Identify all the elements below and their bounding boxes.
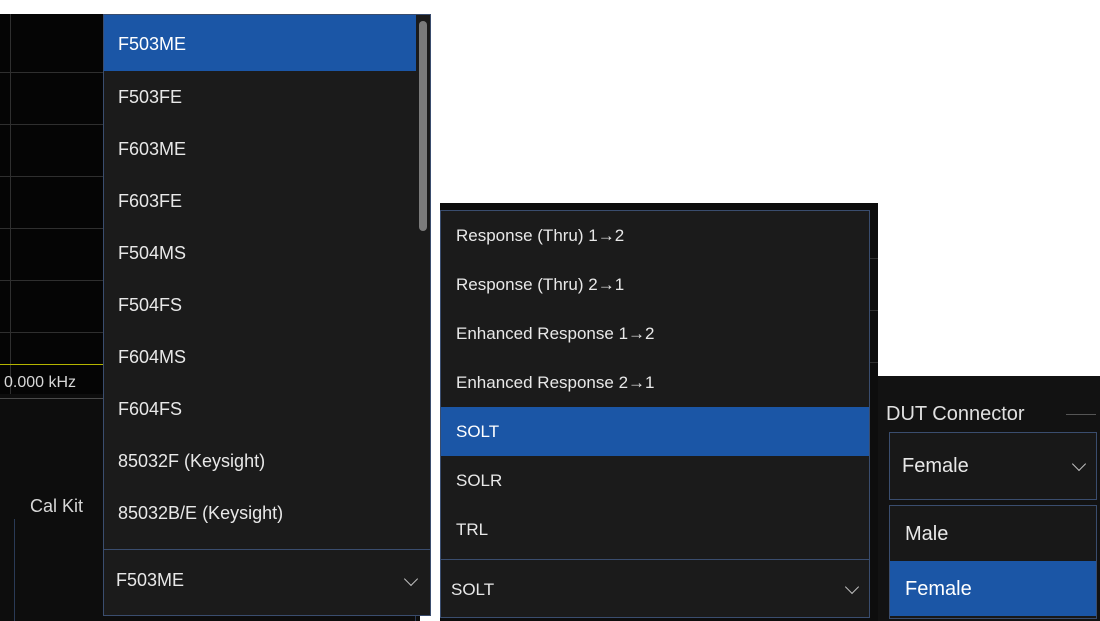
dut-connector-option[interactable]: Female (890, 561, 1096, 616)
cal-type-options-list: Response (Thru) 1→2 Response (Thru) 2→1 En… (441, 211, 869, 554)
cal-kit-label: Cal Kit (30, 496, 84, 516)
cal-type-option[interactable]: Response (Thru) 1→2 (441, 211, 869, 260)
frequency-label: 0.000 kHz (4, 374, 77, 391)
dut-connector-option[interactable]: Male (890, 506, 1096, 561)
cal-kit-option[interactable]: F603FE (104, 175, 416, 227)
scrollbar-thumb[interactable] (419, 21, 427, 231)
dut-connector-title: DUT Connector (886, 403, 1025, 425)
dut-connector-options: Male Female (889, 505, 1097, 619)
dut-connector-select-field[interactable]: Female (889, 432, 1097, 500)
cal-kit-current-value: F503ME (116, 570, 185, 590)
cal-kit-option[interactable]: 85032F (Keysight) (104, 435, 416, 487)
cal-type-option[interactable]: Enhanced Response 1→2 (441, 309, 869, 358)
cal-kit-option[interactable]: F504FS (104, 279, 416, 331)
cal-kit-option[interactable]: F603ME (104, 123, 416, 175)
cal-type-option[interactable]: SOLT (441, 407, 869, 456)
cal-kit-option[interactable]: F504MS (104, 227, 416, 279)
cal-kit-option[interactable]: 85032B/E (Keysight) (104, 487, 416, 539)
cal-kit-options-list: F503ME F503FE F603ME F603FE F504MS F504FS F604… (104, 15, 416, 539)
cal-kit-option[interactable]: F604MS (104, 331, 416, 383)
cal-kit-option[interactable]: F503ME (104, 15, 416, 71)
group-title-rule (1066, 414, 1096, 415)
dut-connector-current-value: Female (902, 455, 969, 477)
cal-kit-dropdown[interactable]: F503ME F503FE F603ME F603FE F504MS F504FS F604… (103, 14, 431, 616)
cal-type-current-value: SOLT (451, 580, 495, 599)
grid-line (10, 14, 11, 394)
chevron-down-icon[interactable] (403, 571, 419, 587)
cal-type-option[interactable]: TRL (441, 505, 869, 554)
cal-kit-option[interactable]: F503FE (104, 71, 416, 123)
cal-type-option[interactable]: Enhanced Response 2→1 (441, 358, 869, 407)
chevron-down-icon[interactable] (844, 579, 860, 595)
cal-type-select-field[interactable]: SOLT (441, 559, 869, 617)
cal-type-option[interactable]: SOLR (441, 456, 869, 505)
cal-kit-select-field[interactable]: F503ME (104, 549, 430, 615)
cal-type-dropdown[interactable]: Response (Thru) 1→2 Response (Thru) 2→1 En… (440, 210, 870, 618)
chevron-down-icon[interactable] (1071, 456, 1087, 472)
cal-type-option[interactable]: Response (Thru) 2→1 (441, 260, 869, 309)
cal-kit-option[interactable]: F604FS (104, 383, 416, 435)
